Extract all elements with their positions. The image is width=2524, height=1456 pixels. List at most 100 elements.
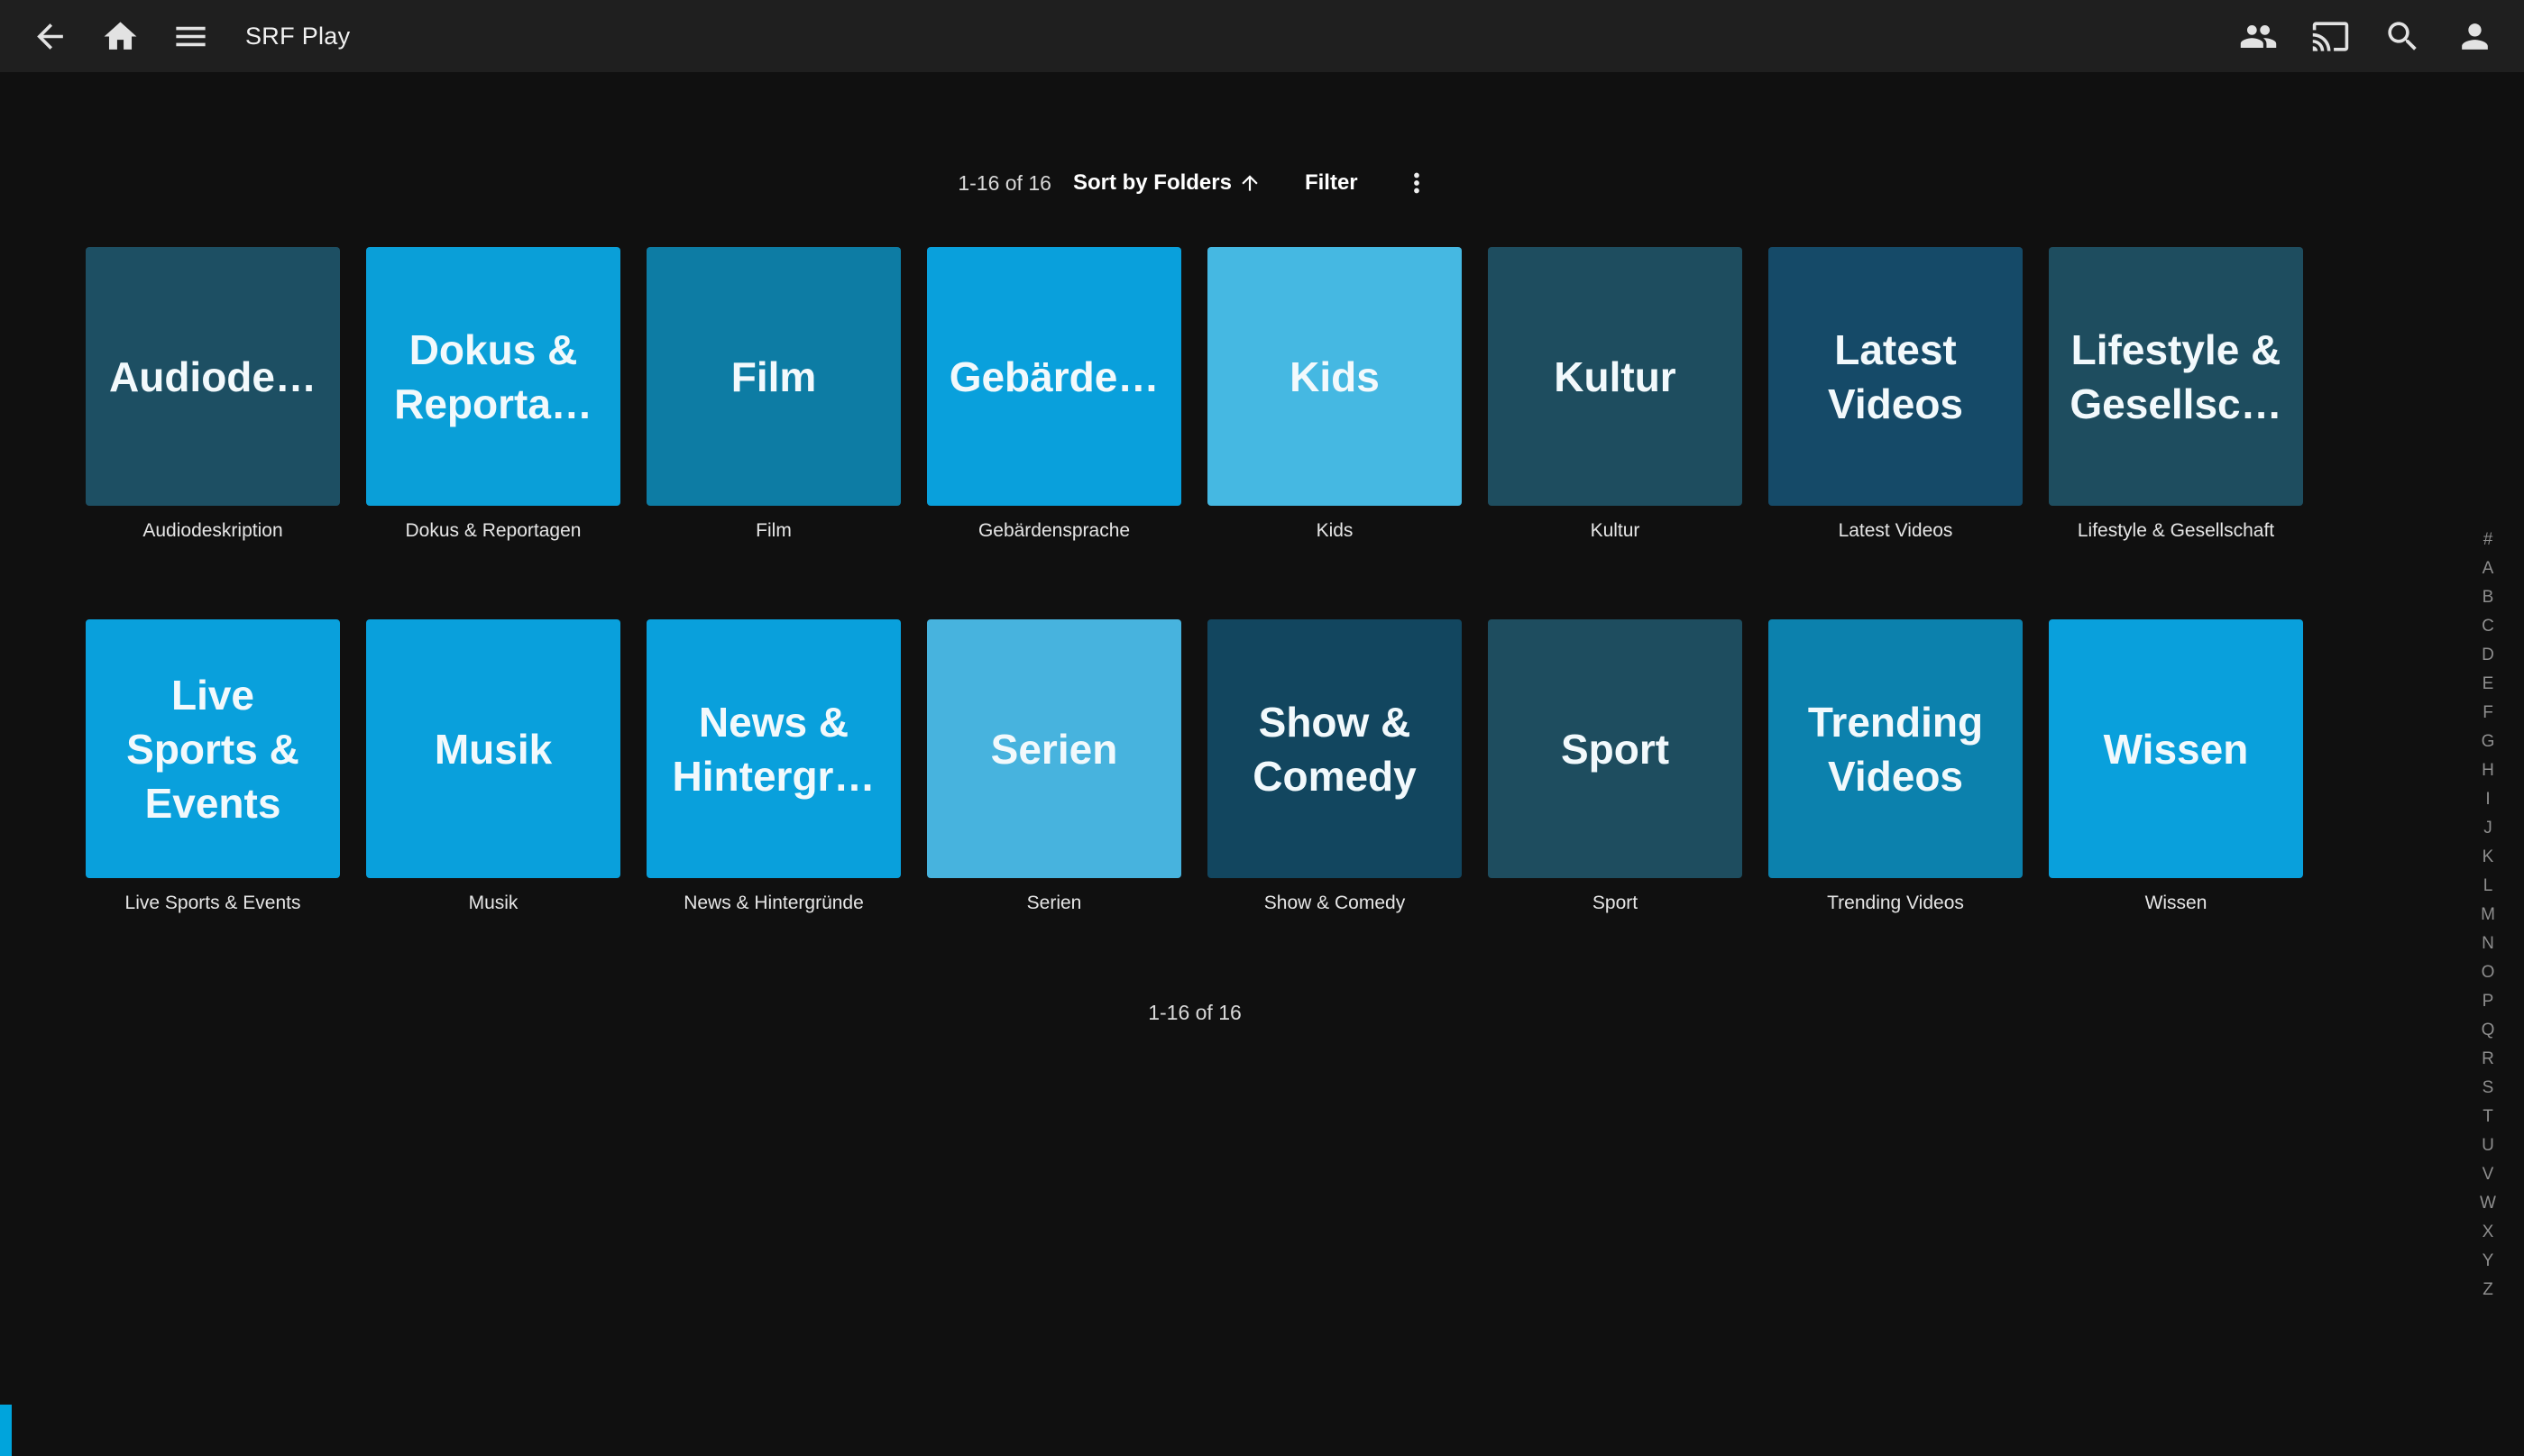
folder-tile-title: Kids [1290, 350, 1380, 404]
folder-caption[interactable]: Live Sports & Events [86, 893, 340, 914]
alphabet-letter[interactable]: F [2472, 699, 2504, 728]
folder-tile[interactable]: Gebärde… [927, 247, 1181, 506]
alphabet-picker: #ABCDEFGHIJKLMNOPQRSTUVWXYZ [2472, 526, 2504, 1305]
folder-caption[interactable]: Film [647, 520, 901, 542]
folder-card[interactable]: Serien Serien [927, 619, 1181, 914]
folder-caption[interactable]: Serien [927, 893, 1181, 914]
folder-card[interactable]: Show & Comedy Show & Comedy [1207, 619, 1462, 914]
alphabet-letter[interactable]: Y [2472, 1247, 2504, 1276]
alphabet-letter[interactable]: A [2472, 554, 2504, 583]
folder-caption[interactable]: Kids [1207, 520, 1462, 542]
menu-button[interactable] [170, 15, 211, 57]
folder-card[interactable]: Kids Kids [1207, 247, 1462, 542]
folder-card[interactable]: Sport Sport [1488, 619, 1742, 914]
user-button[interactable] [2454, 15, 2495, 57]
folder-caption[interactable]: Trending Videos [1768, 893, 2023, 914]
alphabet-letter[interactable]: T [2472, 1103, 2504, 1131]
alphabet-letter[interactable]: E [2472, 670, 2504, 699]
filter-button[interactable]: Filter [1305, 170, 1358, 196]
folder-card[interactable]: Musik Musik [366, 619, 620, 914]
folder-caption[interactable]: Audiodeskription [86, 520, 340, 542]
search-button[interactable] [2382, 15, 2423, 57]
folder-caption[interactable]: Gebärdensprache [927, 520, 1181, 542]
folder-caption[interactable]: Wissen [2049, 893, 2303, 914]
folder-card[interactable]: Audiode… Audiodeskription [86, 247, 340, 542]
home-button[interactable] [99, 15, 141, 57]
folder-tile[interactable]: Dokus & Reporta… [366, 247, 620, 506]
arrow-up-icon [1238, 171, 1262, 195]
folder-tile[interactable]: Serien [927, 619, 1181, 878]
folder-tile-title: Film [731, 350, 817, 404]
alphabet-letter[interactable]: H [2472, 756, 2504, 785]
alphabet-letter[interactable]: K [2472, 843, 2504, 872]
folder-tile-title: Audiode… [109, 350, 317, 404]
folder-tile[interactable]: Live Sports & Events [86, 619, 340, 878]
more-vertical-icon [1401, 168, 1432, 198]
alphabet-letter[interactable]: Q [2472, 1016, 2504, 1045]
alphabet-letter[interactable]: J [2472, 814, 2504, 843]
folder-tile[interactable]: Trending Videos [1768, 619, 2023, 878]
folder-tile[interactable]: Audiode… [86, 247, 340, 506]
page-title: SRF Play [245, 23, 350, 50]
search-icon [2383, 17, 2422, 56]
folder-caption[interactable]: Sport [1488, 893, 1742, 914]
alphabet-letter[interactable]: L [2472, 872, 2504, 901]
alphabet-letter[interactable]: O [2472, 958, 2504, 987]
folder-tile[interactable]: Sport [1488, 619, 1742, 878]
folder-caption[interactable]: Lifestyle & Gesellschaft [2049, 520, 2303, 542]
scrollbar-thumb[interactable] [0, 1405, 12, 1456]
folder-card[interactable]: Latest Videos Latest Videos [1768, 247, 2023, 542]
folder-card[interactable]: News & Hintergr… News & Hintergründe [647, 619, 901, 914]
folder-card[interactable]: Kultur Kultur [1488, 247, 1742, 542]
folder-card[interactable]: Dokus & Reporta… Dokus & Reportagen [366, 247, 620, 542]
folder-card[interactable]: Live Sports & Events Live Sports & Events [86, 619, 340, 914]
folder-tile[interactable]: Show & Comedy [1207, 619, 1462, 878]
folder-tile-title: Sport [1561, 722, 1669, 776]
folder-tile[interactable]: Kids [1207, 247, 1462, 506]
folder-caption[interactable]: Musik [366, 893, 620, 914]
back-button[interactable] [29, 15, 70, 57]
alphabet-letter[interactable]: G [2472, 728, 2504, 756]
folder-tile[interactable]: Kultur [1488, 247, 1742, 506]
folder-tile-title: Gebärde… [950, 350, 1160, 404]
overflow-menu-button[interactable] [1401, 168, 1432, 198]
folder-tile[interactable]: Latest Videos [1768, 247, 2023, 506]
folder-tile-title: Latest Videos [1791, 323, 2000, 431]
folder-tile[interactable]: Musik [366, 619, 620, 878]
app-bar-right [2237, 15, 2495, 57]
alphabet-letter[interactable]: P [2472, 987, 2504, 1016]
cast-button[interactable] [2309, 15, 2351, 57]
folder-tile[interactable]: Wissen [2049, 619, 2303, 878]
alphabet-letter[interactable]: S [2472, 1074, 2504, 1103]
alphabet-letter[interactable]: R [2472, 1045, 2504, 1074]
hamburger-menu-icon [171, 17, 210, 56]
folder-tile-title: Musik [435, 722, 552, 776]
folder-caption[interactable]: Latest Videos [1768, 520, 2023, 542]
folder-card[interactable]: Film Film [647, 247, 901, 542]
alphabet-letter[interactable]: Z [2472, 1276, 2504, 1305]
folder-caption[interactable]: Dokus & Reportagen [366, 520, 620, 542]
folder-caption[interactable]: Show & Comedy [1207, 893, 1462, 914]
folder-card[interactable]: Lifestyle & Gesellsc… Lifestyle & Gesells… [2049, 247, 2303, 542]
alphabet-letter[interactable]: I [2472, 785, 2504, 814]
alphabet-letter[interactable]: V [2472, 1160, 2504, 1189]
sort-button[interactable]: Sort by Folders [1073, 170, 1262, 196]
alphabet-letter[interactable]: C [2472, 612, 2504, 641]
folder-caption[interactable]: News & Hintergründe [647, 893, 901, 914]
alphabet-letter[interactable]: X [2472, 1218, 2504, 1247]
alphabet-letter[interactable]: M [2472, 901, 2504, 929]
syncplay-button[interactable] [2237, 15, 2279, 57]
alphabet-letter[interactable]: W [2472, 1189, 2504, 1218]
folder-card[interactable]: Trending Videos Trending Videos [1768, 619, 2023, 914]
folder-tile[interactable]: Lifestyle & Gesellsc… [2049, 247, 2303, 506]
alphabet-letter[interactable]: B [2472, 583, 2504, 612]
alphabet-letter[interactable]: U [2472, 1131, 2504, 1160]
folder-tile[interactable]: News & Hintergr… [647, 619, 901, 878]
folder-card[interactable]: Wissen Wissen [2049, 619, 2303, 914]
folder-card[interactable]: Gebärde… Gebärdensprache [927, 247, 1181, 542]
folder-tile[interactable]: Film [647, 247, 901, 506]
alphabet-letter[interactable]: N [2472, 929, 2504, 958]
alphabet-letter[interactable]: # [2472, 526, 2504, 554]
alphabet-letter[interactable]: D [2472, 641, 2504, 670]
folder-caption[interactable]: Kultur [1488, 520, 1742, 542]
